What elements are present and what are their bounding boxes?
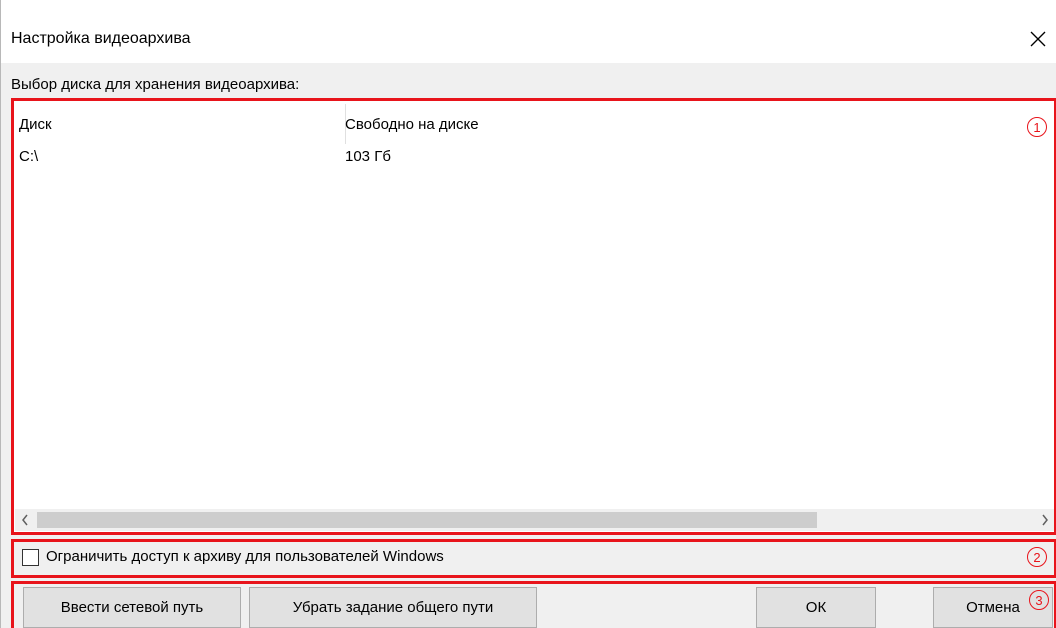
- close-icon: [1030, 31, 1046, 47]
- annotation-number-2: 2: [1027, 547, 1047, 567]
- network-path-button[interactable]: Ввести сетевой путь: [23, 587, 241, 628]
- table-row[interactable]: C:\ 103 Гб: [14, 148, 1056, 172]
- disk-section-label: Выбор диска для хранения видеоархива:: [11, 76, 300, 93]
- ok-button[interactable]: ОК: [756, 587, 876, 628]
- scroll-thumb[interactable]: [37, 512, 817, 528]
- restrict-access-label[interactable]: Ограничить доступ к архиву для пользоват…: [46, 548, 444, 565]
- disk-list[interactable]: Диск Свободно на диске C:\ 103 Гб: [13, 99, 1056, 533]
- dialog-window: Настройка видеоархива Выбор диска для хр…: [0, 0, 1056, 628]
- annotation-number-1: 1: [1027, 117, 1047, 137]
- scroll-right-button[interactable]: [1035, 509, 1055, 531]
- cell-disk: C:\: [19, 148, 39, 165]
- scroll-left-button[interactable]: [15, 509, 35, 531]
- restrict-access-row: Ограничить доступ к архиву для пользоват…: [13, 541, 1056, 575]
- horizontal-scrollbar[interactable]: [15, 509, 1055, 531]
- window-title: Настройка видеоархива: [11, 30, 191, 47]
- annotation-number-3: 3: [1029, 590, 1049, 610]
- close-button[interactable]: [1020, 22, 1056, 56]
- column-header-free-space[interactable]: Свободно на диске: [345, 116, 479, 133]
- cell-free-space: 103 Гб: [345, 148, 391, 165]
- chevron-right-icon: [1042, 514, 1048, 526]
- list-header: Диск Свободно на диске: [14, 100, 1056, 148]
- restrict-access-checkbox[interactable]: [22, 549, 39, 566]
- title-bar: Настройка видеоархива: [1, 0, 1056, 63]
- chevron-left-icon: [22, 514, 28, 526]
- remove-shared-path-button[interactable]: Убрать задание общего пути: [249, 587, 537, 628]
- column-header-disk[interactable]: Диск: [19, 116, 52, 133]
